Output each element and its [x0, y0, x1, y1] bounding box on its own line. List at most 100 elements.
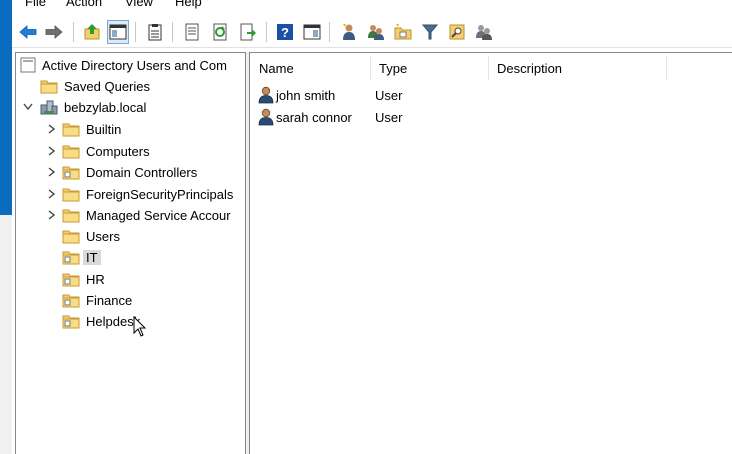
ou-folder-icon: [62, 251, 80, 264]
tree-item-it[interactable]: IT: [62, 247, 101, 267]
find-icon: [449, 24, 465, 40]
folder-icon: [62, 209, 80, 222]
filter-button[interactable]: [419, 20, 441, 44]
console-tree: Active Directory Users and Com Saved Que…: [15, 52, 246, 454]
ou-folder-icon: [62, 273, 80, 286]
column-header-label: Name: [259, 60, 294, 76]
help-icon: ?: [277, 24, 293, 40]
tree-item-saved-queries[interactable]: Saved Queries: [40, 76, 150, 96]
collapse-chevron[interactable]: [23, 102, 33, 112]
menu-bar: File Action View Help: [12, 0, 732, 12]
list-item[interactable]: john smith User: [258, 84, 728, 106]
tree-item-label: Builtin: [86, 121, 122, 137]
add-to-group-button[interactable]: [473, 20, 495, 44]
new-user-icon: [343, 24, 355, 40]
forward-arrow-icon: [45, 25, 63, 39]
toolbar-separator: [172, 22, 173, 42]
tree-item-helpdesk[interactable]: Helpdesk: [62, 311, 140, 331]
list-item-name: john smith: [276, 87, 336, 103]
mouse-pointer-icon: [133, 316, 147, 337]
new-group-button[interactable]: [365, 20, 387, 44]
column-header-description[interactable]: Description: [488, 53, 666, 83]
tree-item-computers[interactable]: Computers: [62, 141, 150, 161]
list-item[interactable]: sarah connor User: [258, 106, 728, 128]
list-item-type: User: [375, 109, 403, 125]
tree-item-label: Managed Service Accour: [86, 207, 231, 223]
toolbar-separator: [266, 22, 267, 42]
chevron-right-icon: [48, 167, 56, 177]
toolbar-separator: [135, 22, 136, 42]
column-header-type[interactable]: Type: [370, 53, 488, 83]
tree-item-label: Saved Queries: [64, 78, 150, 94]
folder-icon: [62, 188, 80, 201]
snapin-icon: [20, 57, 36, 73]
help-button[interactable]: ?: [274, 20, 296, 44]
back-arrow-icon: [19, 25, 37, 39]
up-one-level-icon: [84, 24, 100, 40]
back-button[interactable]: [17, 20, 39, 44]
menu-view[interactable]: View: [125, 0, 153, 10]
tree-item-root[interactable]: Active Directory Users and Com: [20, 55, 227, 75]
column-divider[interactable]: [666, 56, 667, 80]
export-list-button[interactable]: [181, 20, 203, 44]
tree-item-label: IT: [83, 249, 101, 265]
forward-button[interactable]: [43, 20, 65, 44]
tree-item-builtin[interactable]: Builtin: [62, 119, 121, 139]
tree-item-label: Active Directory Users and Com: [42, 57, 227, 73]
toolbar-separator: [73, 22, 74, 42]
export-button[interactable]: [237, 20, 259, 44]
show-hide-console-tree-button[interactable]: [107, 20, 129, 44]
show-hide-console-tree-icon: [109, 24, 127, 40]
new-user-button[interactable]: [338, 20, 360, 44]
tree-item-label: bebzylab.local: [64, 99, 147, 115]
column-header-label: Description: [497, 60, 563, 76]
tree-item-label: HR: [86, 271, 105, 287]
list-item-type: User: [375, 87, 403, 103]
action-pane-button[interactable]: [301, 20, 323, 44]
add-to-group-icon: [476, 25, 492, 40]
tree-item-finance[interactable]: Finance: [62, 290, 132, 310]
filter-icon: [422, 24, 438, 40]
refresh-icon: [213, 23, 227, 41]
menu-action[interactable]: Action: [66, 0, 102, 10]
export-list-icon: [185, 23, 199, 41]
export-arrow-icon: [240, 23, 256, 41]
toolbar: ?: [12, 16, 732, 48]
column-header-name[interactable]: Name: [250, 53, 370, 83]
expand-chevron[interactable]: [47, 189, 57, 199]
up-one-level-button[interactable]: [81, 20, 103, 44]
tree-item-label: Computers: [86, 143, 150, 159]
tree-item-hr[interactable]: HR: [62, 269, 105, 289]
expand-chevron[interactable]: [47, 124, 57, 134]
chevron-right-icon: [48, 189, 56, 199]
user-icon: [258, 86, 274, 104]
new-ou-button[interactable]: [392, 20, 414, 44]
tree-item-domain-controllers[interactable]: Domain Controllers: [62, 162, 197, 182]
find-button[interactable]: [446, 20, 468, 44]
tree-item-label: ForeignSecurityPrincipals: [86, 186, 234, 202]
menu-file[interactable]: File: [25, 0, 46, 10]
ou-folder-icon: [62, 315, 80, 328]
tree-item-managed-service-accounts[interactable]: Managed Service Accour: [62, 205, 231, 225]
tree-item-domain[interactable]: bebzylab.local: [40, 97, 146, 117]
menu-help[interactable]: Help: [175, 0, 202, 10]
results-pane: Name Type Description john smith User sa…: [249, 52, 732, 454]
folder-icon: [62, 123, 80, 136]
tree-item-users[interactable]: Users: [62, 226, 120, 246]
chevron-right-icon: [48, 210, 56, 220]
ou-folder-icon: [62, 166, 80, 179]
domain-icon: [40, 100, 58, 115]
tree-item-label: Users: [86, 228, 120, 244]
chevron-right-icon: [48, 146, 56, 156]
user-icon: [258, 108, 274, 126]
expand-chevron[interactable]: [47, 146, 57, 156]
folder-icon: [62, 230, 80, 243]
properties-clipboard-icon: [148, 24, 162, 41]
tree-item-foreign-security-principals[interactable]: ForeignSecurityPrincipals: [62, 184, 233, 204]
properties-button[interactable]: [144, 20, 166, 44]
refresh-button[interactable]: [209, 20, 231, 44]
expand-chevron[interactable]: [47, 210, 57, 220]
expand-chevron[interactable]: [47, 167, 57, 177]
column-header-label: Type: [379, 60, 408, 76]
folder-icon: [62, 145, 80, 158]
